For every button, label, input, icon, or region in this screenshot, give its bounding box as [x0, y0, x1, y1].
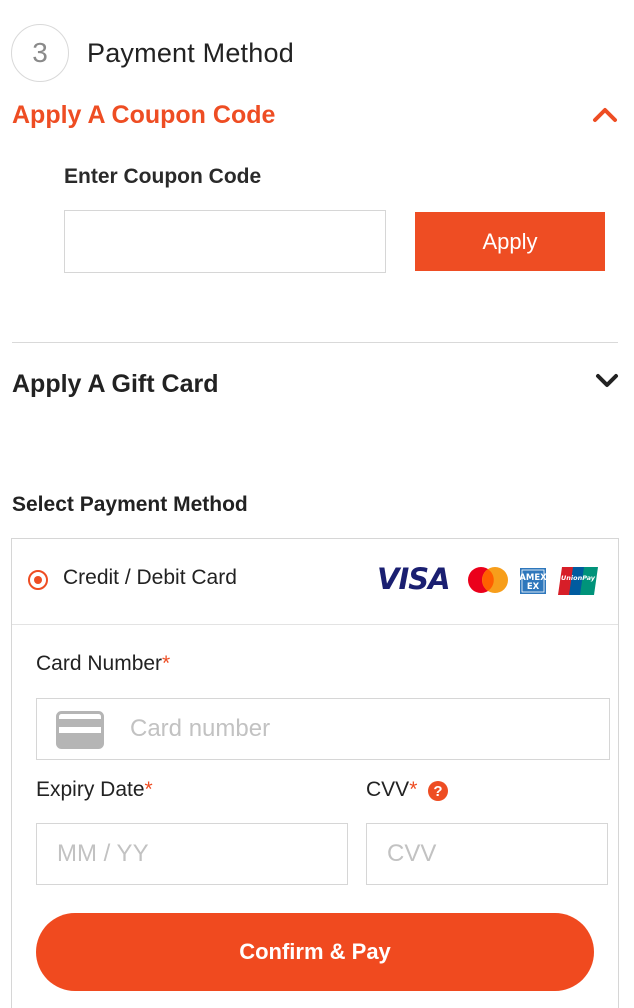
chevron-up-icon[interactable]	[592, 104, 618, 124]
apply-coupon-button[interactable]: Apply	[415, 212, 605, 271]
section-divider	[12, 342, 618, 343]
unionpay-logo-icon: UnionPay	[558, 567, 598, 595]
expiry-date-label: Expiry Date*	[36, 778, 153, 802]
gift-card-section-toggle[interactable]: Apply A Gift Card	[12, 370, 218, 399]
step-number-badge: 3	[11, 24, 69, 82]
coupon-section-toggle[interactable]: Apply A Coupon Code	[12, 101, 275, 130]
credit-card-icon	[56, 711, 104, 749]
cvv-input[interactable]	[366, 823, 608, 885]
required-mark: *	[162, 652, 171, 675]
amex-logo-text-bottom: EX	[527, 582, 540, 592]
card-number-label-text: Card Number	[36, 652, 163, 675]
card-option-label: Credit / Debit Card	[63, 566, 237, 589]
visa-logo-icon: VISA	[377, 562, 451, 596]
required-mark: *	[144, 778, 153, 801]
chevron-down-icon[interactable]	[595, 372, 619, 390]
expiry-date-input[interactable]	[36, 823, 348, 885]
expiry-date-label-text: Expiry Date	[36, 778, 145, 801]
select-payment-label: Select Payment Method	[12, 493, 248, 516]
unionpay-logo-text: UnionPay	[561, 574, 596, 582]
amex-logo-icon: AMEX EX	[520, 568, 546, 594]
card-number-input[interactable]	[118, 700, 622, 758]
confirm-pay-button[interactable]: Confirm & Pay	[36, 913, 594, 991]
coupon-field-label: Enter Coupon Code	[64, 165, 262, 188]
coupon-code-input[interactable]	[64, 210, 386, 273]
mastercard-logo-icon	[468, 567, 508, 593]
section-title: Payment Method	[87, 38, 294, 68]
required-mark: *	[409, 778, 418, 801]
cvv-help-icon[interactable]: ?	[428, 781, 448, 801]
card-number-label: Card Number*	[36, 652, 170, 676]
card-option-radio[interactable]	[28, 570, 48, 590]
cvv-label-text: CVV	[366, 778, 410, 801]
cvv-label: CVV*	[366, 778, 417, 802]
